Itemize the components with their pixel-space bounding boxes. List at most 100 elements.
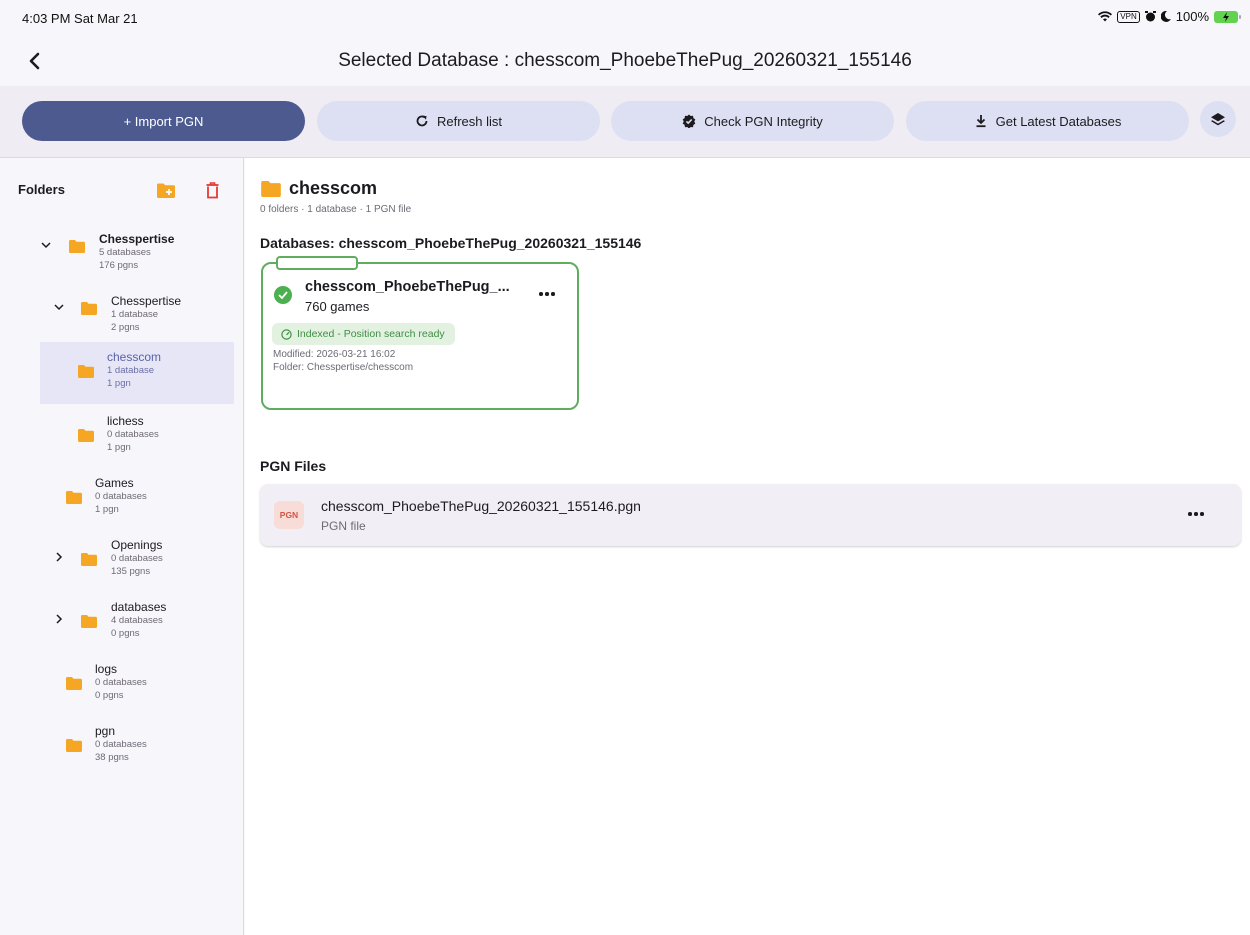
- folder-name: lichess: [107, 414, 144, 428]
- folder-name: Chesspertise: [99, 232, 175, 246]
- trash-icon: [206, 181, 218, 198]
- pgn-file-name: chesscom_PhoebeThePug_20260321_155146.pg…: [321, 498, 641, 514]
- folder-database-count: 5 databases: [99, 247, 151, 258]
- indexed-status-badge: Indexed - Position search ready: [272, 323, 455, 345]
- action-toolbar: + Import PGN Refresh list Check PGN Inte…: [0, 86, 1250, 158]
- vpn-badge: VPN: [1117, 10, 1140, 23]
- folder-database-count: 4 databases: [111, 615, 163, 626]
- folder-item-text: pgn 0 databases 38 pgns: [95, 724, 147, 764]
- folder-item-text: Chesspertise 1 database 2 pgns: [111, 294, 181, 334]
- pgn-file-icon: PGN: [274, 501, 304, 529]
- wifi-icon: [1098, 11, 1113, 22]
- folder-item-logs[interactable]: logs 0 databases 0 pgns: [8, 654, 236, 716]
- pgn-files-heading: PGN Files: [260, 458, 327, 474]
- folder-item-pgn[interactable]: pgn 0 databases 38 pgns: [8, 716, 236, 778]
- folder-database-count: 0 databases: [95, 739, 147, 750]
- folder-database-count: 0 databases: [95, 491, 147, 502]
- folder-item-databases[interactable]: databases 4 databases 0 pgns: [8, 592, 236, 654]
- folder-icon: [66, 739, 82, 752]
- folder-item-text: logs 0 databases 0 pgns: [95, 662, 147, 702]
- folder-item-chesspertise[interactable]: Chesspertise 5 databases 176 pgns: [8, 224, 236, 286]
- folder-heading-text: chesscom: [289, 178, 378, 198]
- status-bar: 4:03 PM Sat Mar 21 VPN 100%: [0, 0, 1250, 34]
- folder-pgn-count: 2 pgns: [111, 322, 140, 333]
- folder-icon: [261, 180, 281, 197]
- folder-item-games[interactable]: Games 0 databases 1 pgn: [8, 468, 236, 530]
- folder-name: pgn: [95, 724, 116, 738]
- speedometer-icon: [281, 328, 292, 340]
- folder-pgn-count: 176 pgns: [99, 260, 139, 271]
- main-panel: chesscom 0 folders · 1 database · 1 PGN …: [245, 158, 1250, 935]
- folder-database-count: 1 database: [107, 365, 155, 376]
- database-card[interactable]: chesscom_PhoebeThePug_... 760 games Inde…: [261, 256, 579, 410]
- folder-icon: [81, 302, 97, 315]
- folder-item-text: Chesspertise 5 databases 176 pgns: [99, 232, 174, 272]
- folder-database-count: 0 databases: [111, 553, 163, 564]
- folder-name: Games: [95, 476, 134, 490]
- alarm-icon: [1144, 11, 1156, 22]
- layers-icon: [1211, 112, 1225, 125]
- new-folder-button[interactable]: [156, 180, 176, 200]
- folder-summary: 0 folders · 1 database · 1 PGN file: [260, 204, 412, 215]
- folders-sidebar: Folders Chesspertise 5 databases 176 pgn…: [8, 158, 244, 935]
- chevron-down-icon[interactable]: [52, 300, 66, 314]
- status-time: 4:03 PM Sat Mar 21: [22, 11, 138, 26]
- folder-item-chesscom[interactable]: chesscom 1 database 1 pgn: [40, 342, 234, 404]
- pgn-more-button[interactable]: [1184, 504, 1208, 524]
- folder-item-chesspertise-sub[interactable]: Chesspertise 1 database 2 pgns: [8, 286, 236, 348]
- refresh-list-button[interactable]: Refresh list: [317, 101, 600, 141]
- more-horizontal-icon: [1188, 512, 1204, 516]
- folder-item-text: Openings 0 databases 135 pgns: [111, 538, 163, 578]
- new-folder-icon: [157, 183, 175, 198]
- folder-item-lichess[interactable]: lichess 0 databases 1 pgn: [8, 406, 236, 468]
- chevron-down-icon[interactable]: [39, 238, 53, 252]
- database-name: chesscom_PhoebeThePug_...: [305, 279, 510, 295]
- folder-name: Chesspertise: [111, 294, 182, 308]
- check-integrity-button[interactable]: Check PGN Integrity: [611, 101, 894, 141]
- folder-icon: [78, 429, 94, 442]
- folder-pgn-count: 1 pgn: [107, 442, 131, 453]
- delete-folder-button[interactable]: [202, 180, 222, 200]
- folder-pgn-count: 135 pgns: [111, 566, 151, 577]
- folder-pgn-count: 0 pgns: [111, 628, 140, 639]
- refresh-icon: [416, 115, 428, 127]
- folder-icon: [81, 615, 97, 628]
- get-latest-databases-label: Get Latest Databases: [995, 113, 1122, 129]
- import-pgn-button[interactable]: + Import PGN: [22, 101, 305, 141]
- folder-heading: chesscom: [261, 178, 377, 199]
- layers-button[interactable]: [1200, 101, 1236, 137]
- app-bar: Selected Database : chesscom_PhoebeThePu…: [0, 34, 1250, 86]
- folder-name: databases: [111, 600, 167, 614]
- databases-heading: Databases: chesscom_PhoebeThePug_2026032…: [260, 235, 642, 251]
- folder-database-count: 1 database: [111, 309, 159, 320]
- more-horizontal-icon: [539, 292, 555, 296]
- battery-percent: 100%: [1175, 9, 1209, 24]
- folder-icon: [66, 677, 82, 690]
- chevron-right-icon[interactable]: [52, 612, 66, 626]
- refresh-list-label: Refresh list: [436, 113, 503, 129]
- database-folder-path: Folder: Chesspertise/chesscom: [273, 362, 414, 373]
- folder-pgn-count: 38 pgns: [95, 752, 129, 763]
- folder-item-text: lichess 0 databases 1 pgn: [107, 414, 159, 454]
- check-integrity-label: Check PGN Integrity: [704, 113, 823, 129]
- import-pgn-label: + Import PGN: [123, 113, 204, 129]
- database-game-count: 760 games: [305, 299, 370, 314]
- folder-item-text: chesscom 1 database 1 pgn: [107, 350, 161, 390]
- database-card-tab: [276, 256, 358, 270]
- folders-heading: Folders: [18, 182, 65, 197]
- pgn-file-type: PGN file: [321, 519, 366, 533]
- database-more-button[interactable]: [535, 284, 559, 304]
- folder-name: Openings: [111, 538, 163, 552]
- folder-icon: [69, 240, 85, 253]
- get-latest-databases-button[interactable]: Get Latest Databases: [906, 101, 1189, 141]
- folder-pgn-count: 1 pgn: [107, 378, 131, 389]
- folder-item-text: databases 4 databases 0 pgns: [111, 600, 166, 640]
- folder-name: logs: [95, 662, 118, 676]
- folder-icon: [66, 491, 82, 504]
- pgn-file-item[interactable]: PGN chesscom_PhoebeThePug_20260321_15514…: [260, 484, 1241, 546]
- chevron-right-icon[interactable]: [52, 550, 66, 564]
- folder-item-openings[interactable]: Openings 0 databases 135 pgns: [8, 530, 236, 592]
- folder-icon: [78, 365, 94, 378]
- indexed-status-text: Indexed - Position search ready: [297, 328, 445, 340]
- folder-database-count: 0 databases: [107, 429, 159, 440]
